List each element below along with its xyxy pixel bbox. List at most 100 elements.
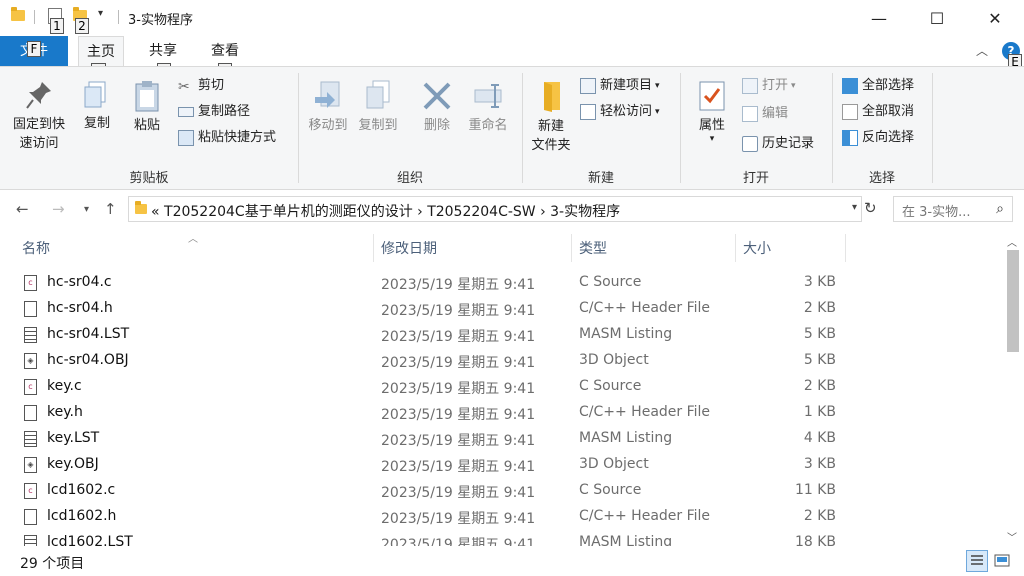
select-all-button[interactable]: 全部选择 bbox=[842, 77, 914, 95]
file-type: MASM Listing bbox=[579, 534, 673, 546]
file-row[interactable]: c hc-sr04.c 2023/5/19 星期五 9:41 C Source 3 KB bbox=[0, 270, 1000, 296]
new-folder-icon bbox=[544, 82, 560, 112]
tab-home[interactable]: 主页 bbox=[78, 36, 124, 66]
column-size[interactable]: 大小 bbox=[743, 238, 771, 258]
file-row[interactable]: hc-sr04.LST 2023/5/19 星期五 9:41 MASM Listin… bbox=[0, 322, 1000, 348]
copy-button[interactable]: 复制 bbox=[76, 79, 118, 133]
column-divider[interactable] bbox=[571, 234, 572, 262]
properties-button[interactable]: 属性 ▾ bbox=[688, 79, 736, 144]
clipboard-group-label: 剪贴板 bbox=[129, 171, 169, 186]
vertical-scrollbar[interactable]: ︿ ﹀ bbox=[1003, 230, 1023, 546]
file-name: lcd1602.h bbox=[47, 508, 117, 524]
file-date: 2023/5/19 星期五 9:41 bbox=[381, 459, 536, 475]
file-date: 2023/5/19 星期五 9:41 bbox=[381, 485, 536, 501]
collapse-ribbon-icon[interactable]: ︿ bbox=[976, 42, 988, 59]
details-view-button[interactable] bbox=[966, 550, 988, 572]
customize-quick-access-icon[interactable]: ▾ bbox=[98, 8, 103, 19]
recent-locations-chevron-icon[interactable]: ▾ bbox=[84, 204, 89, 215]
pin-to-quick-access-button[interactable]: 固定到快 速访问 bbox=[6, 79, 72, 153]
file-row[interactable]: key.LST 2023/5/19 星期五 9:41 MASM Listing 4 K… bbox=[0, 426, 1000, 452]
new-folder-button[interactable]: 新建 文件夹 bbox=[526, 79, 576, 155]
file-size: 2 KB bbox=[803, 378, 836, 394]
copy-to-icon bbox=[366, 80, 390, 109]
select-group-label: 选择 bbox=[868, 171, 895, 186]
easy-access-button[interactable]: 轻松访问 ▾ bbox=[580, 103, 660, 121]
file-row[interactable]: key.h 2023/5/19 星期五 9:41 C/C++ Header File… bbox=[0, 400, 1000, 426]
separator bbox=[118, 10, 119, 24]
breadcrumb[interactable]: « T2052204C基于单片机的测距仪的设计 › T2052204C-SW ›… bbox=[151, 201, 620, 221]
tab-view[interactable]: 查看 bbox=[202, 36, 248, 66]
file-type: C/C++ Header File bbox=[579, 404, 711, 420]
file-row[interactable]: ◈ key.OBJ 2023/5/19 星期五 9:41 3D Object 3 KB bbox=[0, 452, 1000, 478]
column-divider[interactable] bbox=[845, 234, 846, 262]
invert-selection-icon bbox=[842, 130, 858, 146]
maximize-button[interactable]: ☐ bbox=[914, 0, 960, 36]
file-date: 2023/5/19 星期五 9:41 bbox=[381, 329, 536, 345]
file-row[interactable]: c key.c 2023/5/19 星期五 9:41 C Source 2 KB bbox=[0, 374, 1000, 400]
minimize-button[interactable]: — bbox=[856, 0, 902, 36]
column-divider[interactable] bbox=[373, 234, 374, 262]
address-bar[interactable]: « T2052204C基于单片机的测距仪的设计 › T2052204C-SW ›… bbox=[128, 196, 862, 222]
column-date[interactable]: 修改日期 bbox=[381, 238, 437, 258]
address-history-chevron-icon[interactable]: ▾ bbox=[852, 202, 857, 213]
file-date: 2023/5/19 星期五 9:41 bbox=[381, 511, 536, 527]
file-type: C/C++ Header File bbox=[579, 508, 711, 524]
file-date: 2023/5/19 星期五 9:41 bbox=[381, 433, 536, 449]
column-name[interactable]: 名称 bbox=[22, 238, 50, 258]
close-button[interactable]: ✕ bbox=[972, 0, 1018, 36]
open-button[interactable]: 打开 ▾ bbox=[742, 77, 796, 95]
file-row[interactable]: c lcd1602.c 2023/5/19 星期五 9:41 C Source 11 K… bbox=[0, 478, 1000, 504]
status-bar: 29 个项目 bbox=[0, 548, 1024, 576]
file-row[interactable]: hc-sr04.h 2023/5/19 星期五 9:41 C/C++ Header … bbox=[0, 296, 1000, 322]
paste-button[interactable]: 粘贴 bbox=[126, 79, 168, 135]
file-row[interactable]: ◈ hc-sr04.OBJ 2023/5/19 星期五 9:41 3D Object 5… bbox=[0, 348, 1000, 374]
delete-button[interactable]: 删除 bbox=[414, 79, 460, 135]
file-type: 3D Object bbox=[579, 456, 649, 472]
search-box[interactable]: 在 3-实物... ⌕ bbox=[893, 196, 1013, 222]
scroll-up-icon[interactable]: ︿ bbox=[1007, 234, 1017, 249]
large-icons-view-icon bbox=[994, 554, 1010, 567]
folder-icon bbox=[135, 201, 147, 214]
file-size: 3 KB bbox=[803, 456, 836, 472]
tab-share[interactable]: 共享 bbox=[140, 36, 186, 66]
copy-path-button[interactable]: 复制路径 bbox=[178, 103, 250, 121]
file-row[interactable]: lcd1602.h 2023/5/19 星期五 9:41 C/C++ Header … bbox=[0, 504, 1000, 530]
file-size: 18 KB bbox=[794, 534, 836, 546]
refresh-icon[interactable]: ↻ bbox=[864, 199, 877, 217]
search-input[interactable]: 在 3-实物... bbox=[902, 201, 971, 220]
paste-icon bbox=[135, 81, 159, 112]
column-type[interactable]: 类型 bbox=[579, 238, 607, 258]
navigation-bar: ← → ▾ ↑ « T2052204C基于单片机的测距仪的设计 › T20522… bbox=[0, 196, 1024, 224]
paste-shortcut-button[interactable]: 粘贴快捷方式 bbox=[178, 129, 276, 147]
copy-to-button[interactable]: 复制到 bbox=[354, 79, 402, 135]
file-name: key.OBJ bbox=[47, 456, 99, 472]
scrollbar-thumb[interactable] bbox=[1007, 250, 1019, 352]
column-divider[interactable] bbox=[735, 234, 736, 262]
copy-icon bbox=[84, 81, 106, 108]
open-icon bbox=[742, 78, 758, 94]
file-date: 2023/5/19 星期五 9:41 bbox=[381, 355, 536, 371]
new-item-button[interactable]: 新建项目 ▾ bbox=[580, 77, 660, 95]
file-date: 2023/5/19 星期五 9:41 bbox=[381, 407, 536, 423]
file-row[interactable]: lcd1602.LST 2023/5/19 星期五 9:41 MASM Listin… bbox=[0, 530, 1000, 546]
properties-icon bbox=[699, 81, 725, 111]
scroll-down-icon[interactable]: ﹀ bbox=[1007, 529, 1017, 544]
up-arrow-icon[interactable]: ↑ bbox=[104, 200, 117, 218]
history-button[interactable]: 历史记录 bbox=[742, 135, 814, 153]
large-icons-view-button[interactable] bbox=[994, 553, 1010, 569]
file-type: C Source bbox=[579, 274, 642, 290]
scissors-icon: ✂ bbox=[178, 79, 190, 95]
header-file-icon bbox=[24, 301, 37, 317]
forward-arrow-icon[interactable]: → bbox=[52, 200, 65, 218]
select-all-icon bbox=[842, 78, 858, 94]
edit-button[interactable]: 编辑 bbox=[742, 105, 788, 123]
cut-button[interactable]: ✂ 剪切 bbox=[178, 77, 224, 95]
back-arrow-icon[interactable]: ← bbox=[16, 200, 29, 218]
file-type: C Source bbox=[579, 482, 642, 498]
file-size: 4 KB bbox=[803, 430, 836, 446]
move-to-button[interactable]: 移动到 bbox=[304, 79, 352, 135]
invert-selection-button[interactable]: 反向选择 bbox=[842, 129, 914, 147]
select-none-button[interactable]: 全部取消 bbox=[842, 103, 914, 121]
rename-button[interactable]: 重命名 bbox=[462, 79, 514, 135]
file-name: key.LST bbox=[47, 430, 100, 446]
